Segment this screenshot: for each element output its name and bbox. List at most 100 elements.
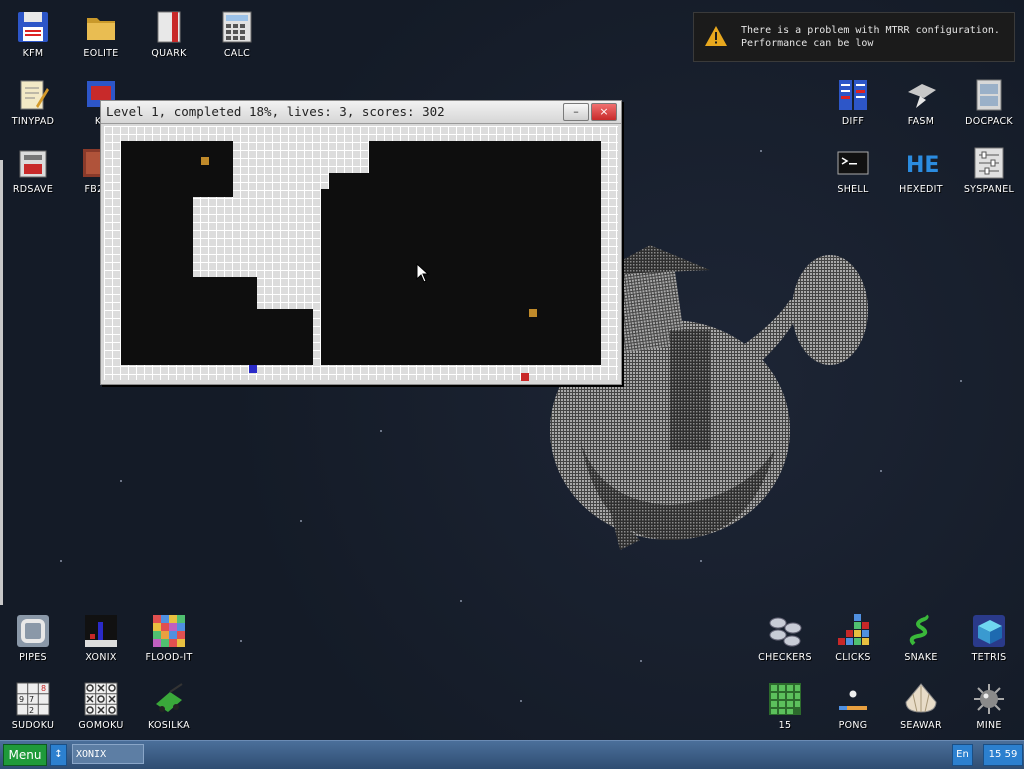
desktop-icon-kosilka[interactable]: KOSILKA (137, 672, 201, 738)
notepad-icon (16, 78, 50, 112)
desktop-icon-xonix[interactable]: XONIX (69, 604, 133, 670)
game-board[interactable] (104, 126, 618, 381)
warning-icon (705, 26, 727, 46)
desktop-icon-label: GOMOKU (78, 720, 124, 731)
notification-line-2: Performance can be low (741, 38, 874, 49)
desktop-icon-snake[interactable]: SNAKE (889, 604, 953, 670)
desktop-icon-docpack[interactable]: DOCPACK (957, 68, 1021, 134)
xonix-icon (84, 614, 118, 648)
sea-region-left-base (121, 277, 193, 365)
desktop-icon-label: TINYPAD (11, 116, 55, 127)
desktop-icon-diff[interactable]: DIFF (821, 68, 885, 134)
desktop-icon-15[interactable]: 15 (753, 672, 817, 738)
mtrr-warning-notification[interactable]: There is a problem with MTRR configurati… (693, 12, 1015, 62)
pong-icon (836, 682, 870, 716)
desktop-icon-label: SHELL (837, 184, 869, 195)
desktop-icon-seawar[interactable]: SEAWAR (889, 672, 953, 738)
desktop-icon-label: FASM (907, 116, 935, 127)
minimize-button[interactable]: – (563, 103, 589, 121)
desktop-icon-kfm[interactable]: KFM (1, 0, 65, 66)
desktop-icon-shell[interactable]: SHELL (821, 136, 885, 202)
desktop-icon-label: SYSPANEL (963, 184, 1015, 195)
calculator-icon (220, 10, 254, 44)
desktop-icon-syspanel[interactable]: SYSPANEL (957, 136, 1021, 202)
sudoku-icon: 978 2 (16, 682, 50, 716)
desktop-icon-label: SNAKE (904, 652, 938, 663)
svg-text:2: 2 (29, 706, 34, 715)
taskbar: Menu ↕ XONIX En 15 59 (0, 740, 1024, 769)
desktop-icon-checkers[interactable]: CHECKERS (753, 604, 817, 670)
desktop-icon-eolite[interactable]: EOLITE (69, 0, 133, 66)
desktop-icon-label: SEAWAR (900, 720, 942, 731)
task-switch-button[interactable]: ↕ (50, 744, 67, 766)
desktop-icon-label: KFM (22, 48, 44, 59)
sea-region-left-mid (193, 277, 257, 309)
svg-text:7: 7 (29, 695, 34, 704)
desktop-icon-quark[interactable]: QUARK (137, 0, 201, 66)
shell-sea-icon (904, 682, 938, 716)
sliders-icon (972, 146, 1006, 180)
desktop-icon-label: CHECKERS (758, 652, 812, 663)
xonix-game-window[interactable]: Level 1, completed 18%, lives: 3, scores… (100, 100, 622, 385)
desktop-icon-gomoku[interactable]: GOMOKU (69, 672, 133, 738)
desktop-icon-label: RDSAVE (12, 184, 54, 195)
player-marker (249, 365, 257, 373)
snake-icon (904, 614, 938, 648)
desktop-icon-label: TETRIS (971, 652, 1007, 663)
desktop-icon-label: PIPES (19, 652, 47, 663)
close-button[interactable]: × (591, 103, 617, 121)
cabinet-icon (972, 78, 1006, 112)
desktop-icon-flood-it[interactable]: FLOOD-IT (137, 604, 201, 670)
desktop-icon-calc[interactable]: CALC (205, 0, 269, 66)
enemy-ball (529, 309, 537, 317)
desktop-icon-pong[interactable]: PONG (821, 672, 885, 738)
desktop-icon-mine[interactable]: MINE (957, 672, 1021, 738)
taskbar-item-xonix[interactable]: XONIX (72, 744, 144, 764)
left-edge-panel (0, 160, 3, 605)
desktop-icon-clicks[interactable]: CLICKS (821, 604, 885, 670)
bolt-icon (904, 78, 938, 112)
desktop-icon-hexedit[interactable]: HE HEXEDIT (889, 136, 953, 202)
desktop-icon-label: MINE (976, 720, 1002, 731)
blocks-icon (836, 614, 870, 648)
sea-region-right (369, 141, 601, 365)
menu-button[interactable]: Menu (3, 744, 47, 766)
desktop-icon-label: SUDOKU (11, 720, 55, 731)
sea-region-right-step (329, 173, 369, 365)
desktop-icon-label: PONG (838, 720, 868, 731)
fifteen-icon (768, 682, 802, 716)
enemy-ball (201, 157, 209, 165)
desktop-icon-label: FLOOD-IT (145, 652, 193, 663)
desktop-icon-label: HEXEDIT (899, 184, 943, 195)
notebook-icon (152, 10, 186, 44)
clock[interactable]: 15 59 (983, 744, 1023, 766)
desktop-icon-label: DIFF (841, 116, 865, 127)
disk-save-icon (16, 146, 50, 180)
svg-text:8: 8 (41, 684, 46, 693)
mine-icon (972, 682, 1006, 716)
desktop-icon-tetris[interactable]: TETRIS (957, 604, 1021, 670)
terminal-icon (836, 146, 870, 180)
desktop-icon-pipes[interactable]: PIPES (1, 604, 65, 670)
desktop-icon-label: XONIX (85, 652, 117, 663)
desktop-icon-sudoku[interactable]: 978 2 SUDOKU (1, 672, 65, 738)
window-title: Level 1, completed 18%, lives: 3, scores… (106, 104, 445, 119)
desktop-icon-label: EOLITE (83, 48, 119, 59)
sea-region-left (121, 141, 233, 197)
desktop-icon-rdsave[interactable]: RDSAVE (1, 136, 65, 202)
flood-icon (152, 614, 186, 648)
desktop-icon-label: DOCPACK (965, 116, 1013, 127)
desktop-icon-label: CLICKS (835, 652, 871, 663)
mouse-cursor-icon (416, 263, 430, 283)
hex-icon: HE (904, 146, 939, 180)
desktop-icon-label: QUARK (151, 48, 187, 59)
language-indicator[interactable]: En (952, 744, 973, 766)
desktop: KFM EOLITE QUARK CALC TINYPAD KF RDSAV (0, 0, 1024, 740)
land-enemy (521, 373, 529, 381)
mower-icon (152, 682, 186, 716)
window-titlebar[interactable]: Level 1, completed 18%, lives: 3, scores… (101, 101, 621, 124)
svg-text:HE: HE (906, 153, 938, 178)
desktop-icon-fasm[interactable]: FASM (889, 68, 953, 134)
desktop-icon-tinypad[interactable]: TINYPAD (1, 68, 65, 134)
desktop-icon-label: KOSILKA (148, 720, 190, 731)
